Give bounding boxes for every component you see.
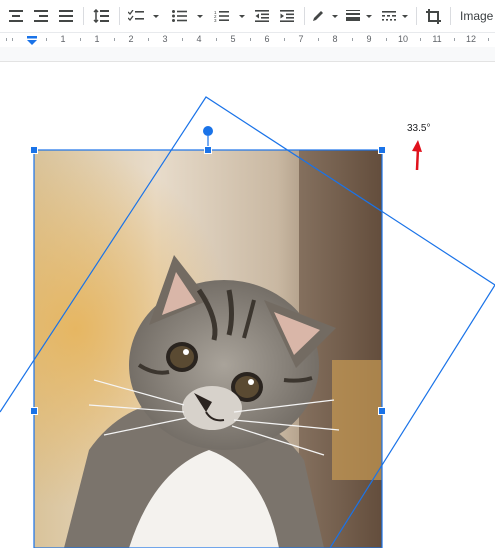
ruler-tick bbox=[12, 38, 13, 41]
increase-indent-icon[interactable] bbox=[277, 5, 297, 27]
svg-text:3: 3 bbox=[214, 18, 217, 22]
resize-handle-top[interactable] bbox=[204, 146, 212, 154]
ruler-label: 5 bbox=[230, 34, 236, 44]
bulleted-list-icon[interactable] bbox=[170, 5, 206, 27]
pen-icon[interactable] bbox=[311, 5, 341, 27]
ruler-tick bbox=[148, 38, 149, 41]
ruler-tick bbox=[488, 38, 489, 41]
ruler-tick bbox=[420, 38, 421, 41]
ruler-tick bbox=[318, 38, 319, 41]
ruler-label: 7 bbox=[298, 34, 304, 44]
indent-marker-icon[interactable] bbox=[26, 33, 38, 45]
ruler-tick bbox=[114, 38, 115, 41]
cat-photo-illustration bbox=[34, 150, 382, 548]
ruler-label: 10 bbox=[397, 34, 409, 44]
ruler-tick bbox=[80, 38, 81, 41]
align-center-icon[interactable] bbox=[6, 5, 26, 27]
toolbar-divider bbox=[450, 7, 451, 25]
ruler-label: 1 bbox=[94, 34, 100, 44]
ruler-tick bbox=[250, 38, 251, 41]
ruler-tick bbox=[284, 38, 285, 41]
ruler-label: 12 bbox=[465, 34, 477, 44]
ruler-label: 4 bbox=[196, 34, 202, 44]
line-spacing-icon[interactable] bbox=[90, 5, 112, 27]
ruler-label: 6 bbox=[264, 34, 270, 44]
red-arrow-icon bbox=[410, 138, 424, 177]
resize-handle-top-right[interactable] bbox=[378, 146, 386, 154]
crop-icon[interactable] bbox=[423, 5, 443, 27]
horizontal-ruler[interactable]: 1 1 2 3 4 5 6 7 8 9 10 11 12 bbox=[0, 32, 495, 48]
align-justify-icon[interactable] bbox=[56, 5, 76, 27]
toolbar: 123 Image o bbox=[0, 0, 495, 32]
resize-handle-top-left[interactable] bbox=[30, 146, 38, 154]
ruler-label: 2 bbox=[128, 34, 134, 44]
image-options-button[interactable]: Image o bbox=[460, 9, 495, 23]
toolbar-divider bbox=[416, 7, 417, 25]
rotation-angle-label: 33.5° bbox=[407, 123, 431, 134]
ruler-tick bbox=[216, 38, 217, 41]
document-top-margin bbox=[0, 47, 495, 62]
ruler-tick bbox=[454, 38, 455, 41]
ruler-tick bbox=[46, 38, 47, 41]
border-dash-icon[interactable] bbox=[381, 5, 411, 27]
ruler-label: 11 bbox=[432, 34, 442, 44]
border-weight-icon[interactable] bbox=[345, 5, 375, 27]
resize-handle-left[interactable] bbox=[30, 407, 38, 415]
toolbar-divider bbox=[119, 7, 120, 25]
toolbar-divider bbox=[83, 7, 84, 25]
ruler-label: 3 bbox=[162, 34, 168, 44]
ruler-tick bbox=[386, 38, 387, 41]
decrease-indent-icon[interactable] bbox=[252, 5, 272, 27]
numbered-list-icon[interactable]: 123 bbox=[212, 5, 248, 27]
checklist-icon[interactable] bbox=[126, 5, 162, 27]
resize-handle-right[interactable] bbox=[378, 407, 386, 415]
toolbar-divider bbox=[304, 7, 305, 25]
ruler-label: 8 bbox=[332, 34, 338, 44]
rotation-handle[interactable] bbox=[203, 126, 213, 136]
ruler-label: 9 bbox=[366, 34, 372, 44]
ruler-tick bbox=[182, 38, 183, 41]
ruler-tick bbox=[352, 38, 353, 41]
ruler-label: 1 bbox=[60, 34, 66, 44]
cat-photo[interactable] bbox=[34, 150, 382, 548]
ruler-tick bbox=[6, 38, 7, 41]
align-right-icon[interactable] bbox=[31, 5, 51, 27]
